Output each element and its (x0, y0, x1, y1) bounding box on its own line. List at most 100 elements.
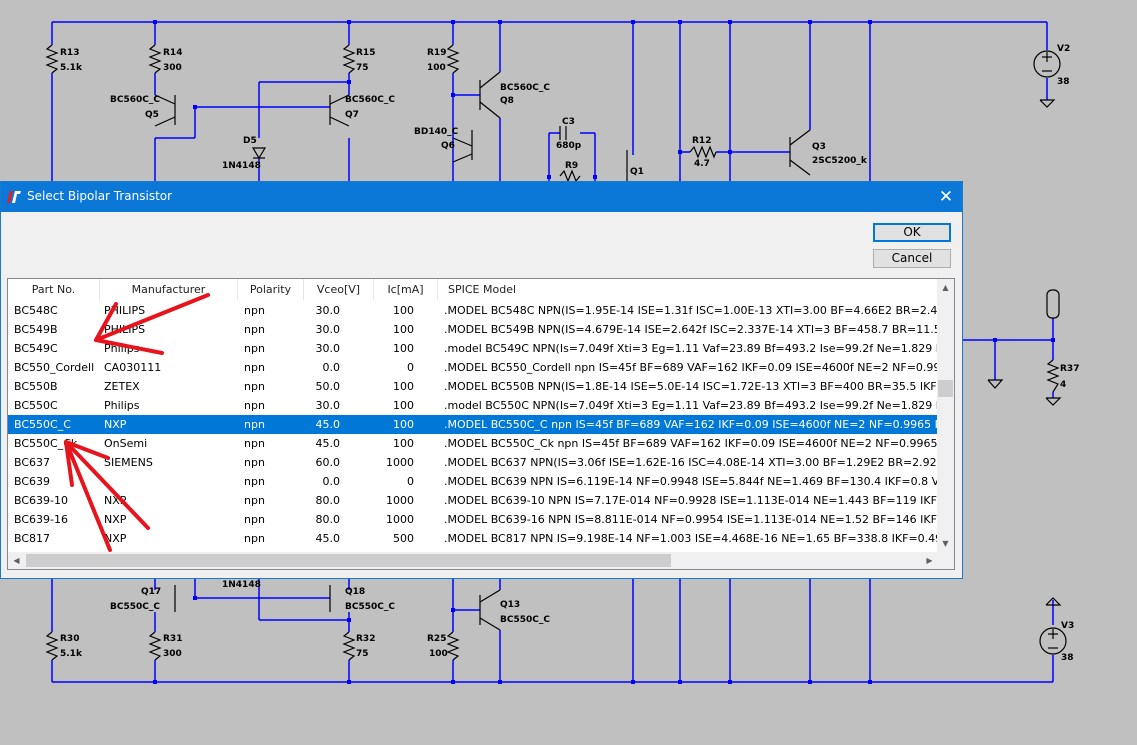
scroll-down-icon[interactable]: ▼ (937, 535, 954, 552)
label-q7-type: BC560C_C (345, 95, 395, 105)
label-c3-value: 680p (556, 141, 582, 151)
cell-polarity: npn (244, 494, 265, 507)
cell-manufacturer: CA030111 (104, 361, 162, 374)
cell-spice-model: .MODEL BC550_Cordell npn IS=45f BF=689 V… (444, 361, 938, 374)
list-item[interactable]: BC639 npn 0.0 0 .MODEL BC639 NPN IS=6.119E-1… (8, 472, 938, 491)
cell-part-no: BC550C_C (14, 418, 71, 431)
scroll-up-icon[interactable]: ▲ (937, 279, 954, 296)
cell-vceo: 30.0 (315, 323, 341, 336)
label-v2-value: 38 (1057, 77, 1070, 87)
cancel-button[interactable]: Cancel (873, 249, 951, 268)
label-q13: Q13 (500, 600, 520, 610)
label-q8-type: BC560C_C (500, 83, 550, 93)
label-q13-type: BC550C_C (500, 615, 550, 625)
cell-part-no: BC550C_Ck (14, 437, 78, 450)
cell-vceo: 0.0 (322, 475, 341, 488)
cell-spice-model: .MODEL BC817 NPN IS=9.198E-14 NF=1.003 I… (444, 532, 938, 545)
label-d5: D5 (243, 136, 257, 146)
cell-part-no: BC637 (14, 456, 51, 469)
column-header-polarity[interactable]: Polarity (238, 279, 304, 300)
scroll-right-icon[interactable]: ▶ (921, 552, 938, 569)
column-header-manufacturer[interactable]: Manufacturer (100, 279, 238, 300)
list-item[interactable]: BC639-16 NXP npn 80.0 1000 .MODEL BC639-16 NP… (8, 510, 938, 529)
list-item[interactable]: BC637 SIEMENS npn 60.0 1000 .MODEL BC637 NPN(… (8, 453, 938, 472)
cell-part-no: BC550C (14, 399, 58, 412)
label-r25-value: 100 (429, 649, 448, 659)
list-item[interactable]: BC550C_Ck OnSemi npn 45.0 100 .MODEL BC550C_C… (8, 434, 938, 453)
list-item[interactable]: BC550_Cordell CA030111 npn 0.0 0 .MODEL BC550… (8, 358, 938, 377)
cell-manufacturer: Philips (104, 399, 140, 412)
cell-ic: 100 (393, 399, 414, 412)
label-v3-value: 38 (1061, 653, 1074, 663)
ok-button[interactable]: OK (873, 223, 951, 242)
cell-ic: 0 (407, 475, 414, 488)
vertical-scrollbar[interactable]: ▲ ▼ (937, 279, 954, 552)
list-header: Part No. Manufacturer Polarity Vceo[V] I… (8, 279, 938, 300)
list-item[interactable]: BC817 NXP npn 45.0 500 .MODEL BC817 NPN IS=9.… (8, 529, 938, 548)
label-r25: R25 (427, 634, 446, 644)
cell-ic: 0 (407, 361, 414, 374)
vertical-scroll-thumb[interactable] (938, 380, 953, 397)
label-v3: V3 (1061, 621, 1074, 631)
label-r12: R12 (692, 136, 711, 146)
close-icon[interactable]: ✕ (930, 182, 962, 212)
cell-ic: 100 (393, 380, 414, 393)
label-r30-value: 5.1k (60, 649, 83, 659)
cell-spice-model: .MODEL BC639-16 NPN IS=8.811E-014 NF=0.9… (444, 513, 938, 526)
cell-spice-model: .MODEL BC550B NPN(IS=1.8E-14 ISE=5.0E-14… (444, 380, 938, 393)
cell-vceo: 0.0 (322, 361, 341, 374)
cell-manufacturer: PHILIPS (104, 304, 146, 317)
cell-vceo: 80.0 (315, 494, 341, 507)
list-item[interactable]: BC549C Philips npn 30.0 100 .model BC549C NPN… (8, 339, 938, 358)
cell-manufacturer (104, 472, 230, 491)
label-q6-type: BD140_C (414, 127, 459, 137)
label-q17: Q17 (141, 587, 161, 597)
dialog-title: Select Bipolar Transistor (27, 189, 173, 203)
cell-part-no: BC639 (14, 475, 51, 488)
cell-vceo: 60.0 (315, 456, 341, 469)
cell-polarity: npn (244, 437, 265, 450)
label-r14-value: 300 (163, 63, 182, 73)
horizontal-scrollbar[interactable]: ◀ ▶ (8, 552, 938, 569)
cell-polarity: npn (244, 418, 265, 431)
column-header-spice-model[interactable]: SPICE Model (438, 279, 938, 300)
label-q1: Q1 (630, 167, 644, 177)
list-item[interactable]: BC549B PHILIPS npn 30.0 100 .MODEL BC549B NPN… (8, 320, 938, 339)
list-item[interactable]: BC550C Philips npn 30.0 100 .model BC550C NPN… (8, 396, 938, 415)
label-r19-value: 100 (427, 63, 446, 73)
cell-vceo: 30.0 (315, 304, 341, 317)
label-q3: Q3 (812, 142, 826, 152)
label-r19: R19 (427, 48, 446, 58)
column-header-ic[interactable]: Ic[mA] (374, 279, 438, 300)
label-q5-type: BC560C_C (110, 95, 160, 105)
label-r15-value: 75 (356, 63, 369, 73)
scroll-left-icon[interactable]: ◀ (8, 552, 25, 569)
cell-ic: 1000 (386, 513, 414, 526)
cell-spice-model: .MODEL BC548C NPN(IS=1.95E-14 ISE=1.31f … (444, 304, 938, 317)
list-item-selected[interactable]: BC550C_C NXP npn 45.0 100 .MODEL BC550C_C npn… (8, 415, 938, 434)
cell-ic: 1000 (386, 456, 414, 469)
list-item[interactable]: BC639-10 NXP npn 80.0 1000 .MODEL BC639-10 NP… (8, 491, 938, 510)
cell-manufacturer: PHILIPS (104, 323, 146, 336)
horizontal-scroll-thumb[interactable] (26, 554, 671, 567)
dialog-title-bar[interactable]: Select Bipolar Transistor ✕ (1, 182, 962, 212)
list-item[interactable]: BC548C PHILIPS npn 30.0 100 .MODEL BC548C NPN… (8, 301, 938, 320)
column-header-part-no[interactable]: Part No. (8, 279, 100, 300)
label-q18: Q18 (345, 587, 365, 597)
cell-vceo: 30.0 (315, 399, 341, 412)
cell-part-no: BC549B (14, 323, 58, 336)
transistor-list[interactable]: Part No. Manufacturer Polarity Vceo[V] I… (7, 278, 955, 570)
cell-ic: 100 (393, 342, 414, 355)
cell-polarity: npn (244, 342, 265, 355)
cell-vceo: 30.0 (315, 342, 341, 355)
label-d6-value: 1N4148 (222, 580, 261, 590)
cell-ic: 100 (393, 418, 414, 431)
cell-spice-model: .MODEL BC550C_C npn IS=45f BF=689 VAF=16… (444, 418, 938, 431)
cell-ic: 1000 (386, 494, 414, 507)
cell-ic: 100 (393, 304, 414, 317)
list-item[interactable]: BC550B ZETEX npn 50.0 100 .MODEL BC550B NPN(I… (8, 377, 938, 396)
label-c3: C3 (562, 117, 575, 127)
label-r9: R9 (565, 161, 578, 171)
column-header-vceo[interactable]: Vceo[V] (304, 279, 374, 300)
cell-vceo: 50.0 (315, 380, 341, 393)
